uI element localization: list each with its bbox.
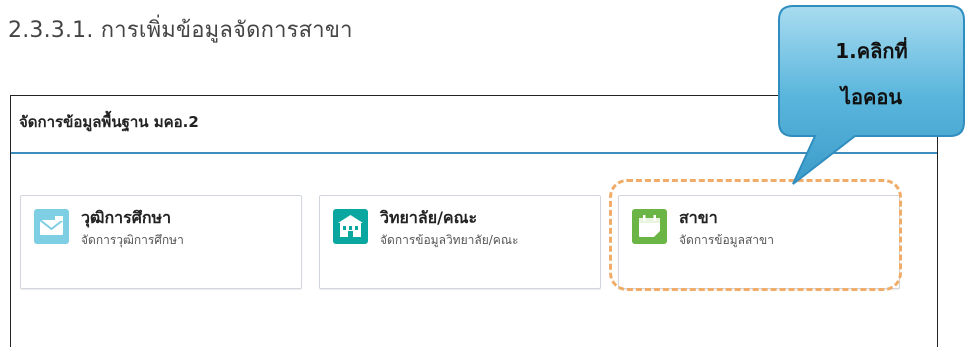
panel-title: จัดการข้อมูลพื้นฐาน มคอ.2 — [19, 113, 199, 131]
instruction-callout: 1.คลิกที่ ไอคอน — [775, 0, 968, 190]
card-college-faculty[interactable]: วิทยาลัย/คณะ จัดการข้อมูลวิทยาลัย/คณะ — [319, 195, 601, 289]
card-subtitle: จัดการข้อมูลสาขา — [679, 233, 774, 247]
card-branch[interactable]: สาขา จัดการข้อมูลสาขา — [618, 195, 900, 289]
document-heading: 2.3.3.1. การเพิ่มข้อมูลจัดการสาขา — [8, 18, 353, 43]
card-title: วิทยาลัย/คณะ — [380, 208, 478, 227]
callout-line-2: ไอคอน — [840, 85, 903, 109]
callout-text: 1.คลิกที่ ไอคอน — [775, 28, 968, 120]
card-subtitle: จัดการวุฒิการศึกษา — [81, 233, 184, 247]
card-title: สาขา — [679, 208, 718, 227]
card-subtitle: จัดการข้อมูลวิทยาลัย/คณะ — [380, 233, 519, 247]
calendar-icon — [632, 209, 667, 244]
building-icon — [333, 209, 368, 244]
callout-line-1: 1.คลิกที่ — [835, 39, 908, 63]
envelope-icon — [34, 209, 69, 244]
card-title: วุฒิการศึกษา — [81, 208, 172, 227]
card-qualification[interactable]: วุฒิการศึกษา จัดการวุฒิการศึกษา — [20, 195, 302, 289]
